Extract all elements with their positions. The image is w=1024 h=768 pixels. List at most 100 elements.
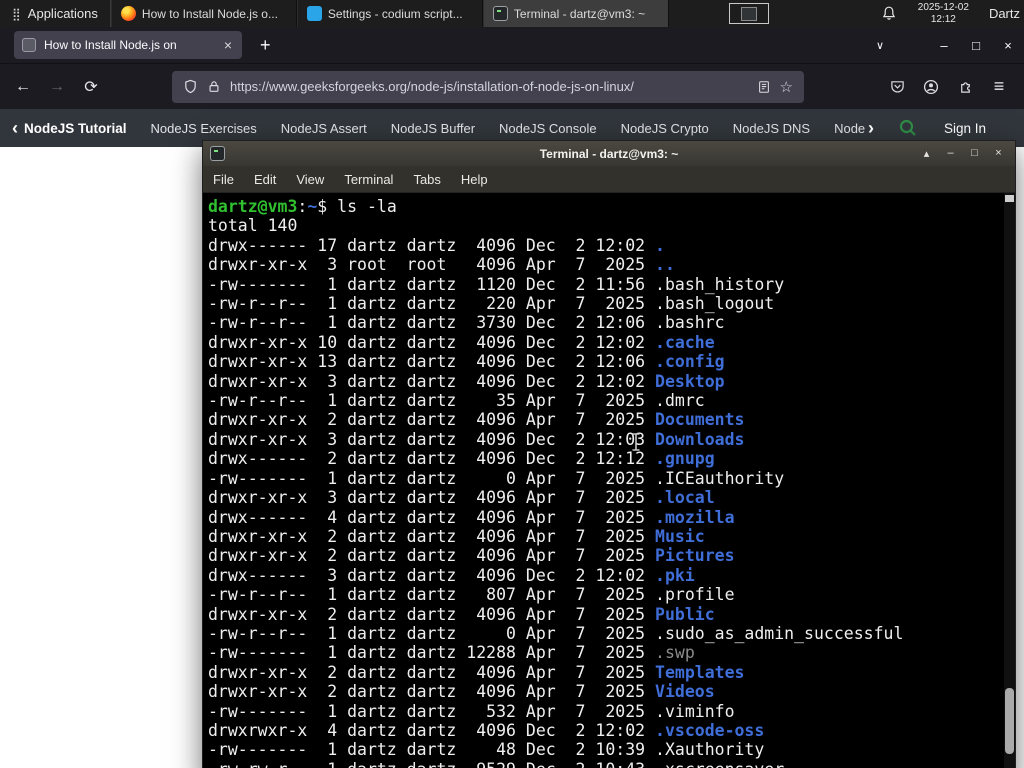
terminal-file-row: drwxr-xr-x 3 root root 4096 Apr 7 2025 .… [208,255,675,275]
screen: ⣿ Applications How to Install Node.js o.… [0,0,1024,768]
extensions-icon[interactable] [948,71,982,103]
site-nav-item-0[interactable]: NodeJS Exercises [151,121,257,136]
menu-hamburger-icon[interactable]: ≡ [982,71,1016,103]
url-bar[interactable]: https://www.geeksforgeeks.org/node-js/in… [172,70,804,103]
terminal-file-row: -rw------- 1 dartz dartz 0 Apr 7 2025 .I… [208,468,785,488]
terminal-file-row: drwxr-xr-x 2 dartz dartz 4096 Apr 7 2025… [208,682,715,702]
taskbar-windows: How to Install Node.js o... Settings - co… [110,0,669,27]
terminal-file-row: drwxr-xr-x 2 dartz dartz 4096 Apr 7 2025… [208,546,735,566]
browser-close-button[interactable]: × [992,27,1024,63]
terminal-title-bar[interactable]: Terminal - dartz@vm3: ~ ▴ – □ × [203,141,1015,166]
terminal-window: Terminal - dartz@vm3: ~ ▴ – □ × File Edit… [202,140,1016,768]
site-nav-forward-chevron-icon[interactable]: › [868,118,874,139]
applications-label: Applications [27,6,98,21]
url-input[interactable]: https://www.geeksforgeeks.org/node-js/in… [230,79,748,94]
user-menu[interactable]: Dartz [977,0,1024,27]
terminal-rollup-button[interactable]: ▴ [916,147,937,160]
terminal-file-row: drwx------ 3 dartz dartz 4096 Dec 2 12:0… [208,565,695,585]
terminal-total-line: total 140 [208,216,298,236]
terminal-body[interactable]: dartz@vm3:~$ ls -la total 140 drwx------ 1… [203,193,1015,768]
taskbar-window-title: Settings - codium script... [327,6,463,21]
terminal-file-row: -rw-r--r-- 1 dartz dartz 35 Apr 7 2025 .… [208,391,705,411]
taskbar-window-codium[interactable]: Settings - codium script... [296,0,483,27]
taskbar: ⣿ Applications How to Install Node.js o.… [0,0,1024,27]
terminal-app-icon [210,146,225,161]
bookmark-star-icon[interactable]: ☆ [780,78,793,96]
terminal-file-row: drwx------ 4 dartz dartz 4096 Apr 7 2025… [208,507,735,527]
browser-nav-toolbar: ← → ⟳ https://www.geeksforgeeks.org/node… [0,63,1024,109]
user-label: Dartz [988,6,1020,21]
taskbar-window-title: Terminal - dartz@vm3: ~ [513,6,646,21]
reload-button[interactable]: ⟳ [74,71,108,103]
new-tab-button[interactable]: + [252,35,279,56]
bell-icon [882,6,895,20]
clock-date: 2025-12-02 [917,2,969,13]
clock-time: 12:12 [930,13,956,25]
terminal-maximize-button[interactable]: □ [964,147,985,160]
terminal-menu-bar: File Edit View Terminal Tabs Help [203,166,1015,193]
list-all-tabs-icon[interactable]: ∨ [862,39,898,52]
terminal-file-row: -rw------- 1 dartz dartz 1120 Dec 2 11:5… [208,274,785,294]
workspace-pager[interactable] [728,3,769,24]
applications-menu-button[interactable]: ⣿ Applications [0,0,111,27]
terminal-menu-help[interactable]: Help [451,172,498,187]
site-nav-back-chevron-icon[interactable]: ‹ [12,118,18,139]
site-search-button[interactable] [898,118,918,138]
terminal-close-button[interactable]: × [988,147,1009,160]
reader-mode-icon[interactable] [757,80,771,94]
site-nav-item-5[interactable]: NodeJS DNS [733,121,810,136]
site-nav-item-4[interactable]: NodeJS Crypto [621,121,709,136]
clock-widget[interactable]: 2025-12-02 12:12 [910,0,977,27]
terminal-menu-terminal[interactable]: Terminal [334,172,403,187]
sign-in-button[interactable]: Sign In [944,121,986,136]
terminal-menu-tabs[interactable]: Tabs [403,172,450,187]
pocket-icon[interactable] [880,71,914,103]
notifications-button[interactable] [868,0,910,27]
terminal-file-row: -rw-r--r-- 1 dartz dartz 807 Apr 7 2025 … [208,585,735,605]
terminal-file-row: -rw-rw-r-- 1 dartz dartz 9529 Dec 2 10:4… [208,760,1001,768]
terminal-file-row: drwxr-xr-x 13 dartz dartz 4096 Dec 2 12:… [208,352,725,372]
site-nav-item-3[interactable]: NodeJS Console [499,121,597,136]
terminal-minimize-button[interactable]: – [940,147,961,160]
terminal-menu-edit[interactable]: Edit [244,172,286,187]
terminal-file-row: drwxr-xr-x 2 dartz dartz 4096 Apr 7 2025… [208,604,715,624]
terminal-file-row: drwxr-xr-x 10 dartz dartz 4096 Dec 2 12:… [208,332,715,352]
terminal-file-row: drwx------ 17 dartz dartz 4096 Dec 2 12:… [208,235,665,255]
browser-tab-bar: How to Install Node.js on × + ∨ – □ × [0,27,1024,63]
terminal-scrollbar-top [1005,195,1014,202]
terminal-menu-file[interactable]: File [203,172,244,187]
browser-tab[interactable]: How to Install Node.js on × [14,31,242,59]
back-button[interactable]: ← [6,71,40,103]
terminal-scrollbar-thumb[interactable] [1005,688,1014,754]
site-nav-item-2[interactable]: NodeJS Buffer [391,121,475,136]
forward-button[interactable]: → [40,71,74,103]
taskbar-window-firefox[interactable]: How to Install Node.js o... [110,0,297,27]
site-nav-active-item[interactable]: NodeJS Tutorial [24,121,127,136]
taskbar-spacer [775,0,868,27]
account-icon[interactable] [914,71,948,103]
tracking-shield-icon[interactable] [183,79,198,94]
terminal-file-row: drwxr-xr-x 2 dartz dartz 4096 Apr 7 2025… [208,662,745,682]
terminal-file-row: drwxr-xr-x 3 dartz dartz 4096 Apr 7 2025… [208,488,715,508]
taskbar-window-terminal[interactable]: Terminal - dartz@vm3: ~ [482,0,669,27]
terminal-output: dartz@vm3:~$ ls -la total 140 drwx------ 1… [203,193,1015,768]
site-nav-items: NodeJS Exercises NodeJS Assert NodeJS Buff… [151,121,866,136]
tab-close-icon[interactable]: × [222,37,234,53]
pager-window-icon [740,6,757,21]
taskbar-window-title: How to Install Node.js o... [141,6,278,21]
terminal-window-title: Terminal - dartz@vm3: ~ [539,146,679,161]
terminal-file-row: -rw-r--r-- 1 dartz dartz 3730 Dec 2 12:0… [208,313,725,333]
terminal-file-row: drwxr-xr-x 2 dartz dartz 4096 Apr 7 2025… [208,526,705,546]
terminal-file-row: drwxr-xr-x 2 dartz dartz 4096 Apr 7 2025… [208,410,745,430]
browser-maximize-button[interactable]: □ [960,27,992,63]
terminal-file-row: drwx------ 2 dartz dartz 4096 Dec 2 12:1… [208,449,715,469]
terminal-scrollbar[interactable] [1004,193,1015,768]
terminal-menu-view[interactable]: View [286,172,334,187]
codium-icon [306,6,322,21]
terminal-file-row: -rw-r--r-- 1 dartz dartz 220 Apr 7 2025 … [208,294,775,314]
terminal-file-row: drwxr-xr-x 3 dartz dartz 4096 Dec 2 12:0… [208,371,725,391]
site-nav-item-1[interactable]: NodeJS Assert [281,121,367,136]
browser-minimize-button[interactable]: – [928,27,960,63]
site-nav-item-6[interactable]: Node [834,121,865,136]
lock-icon[interactable] [207,79,221,94]
